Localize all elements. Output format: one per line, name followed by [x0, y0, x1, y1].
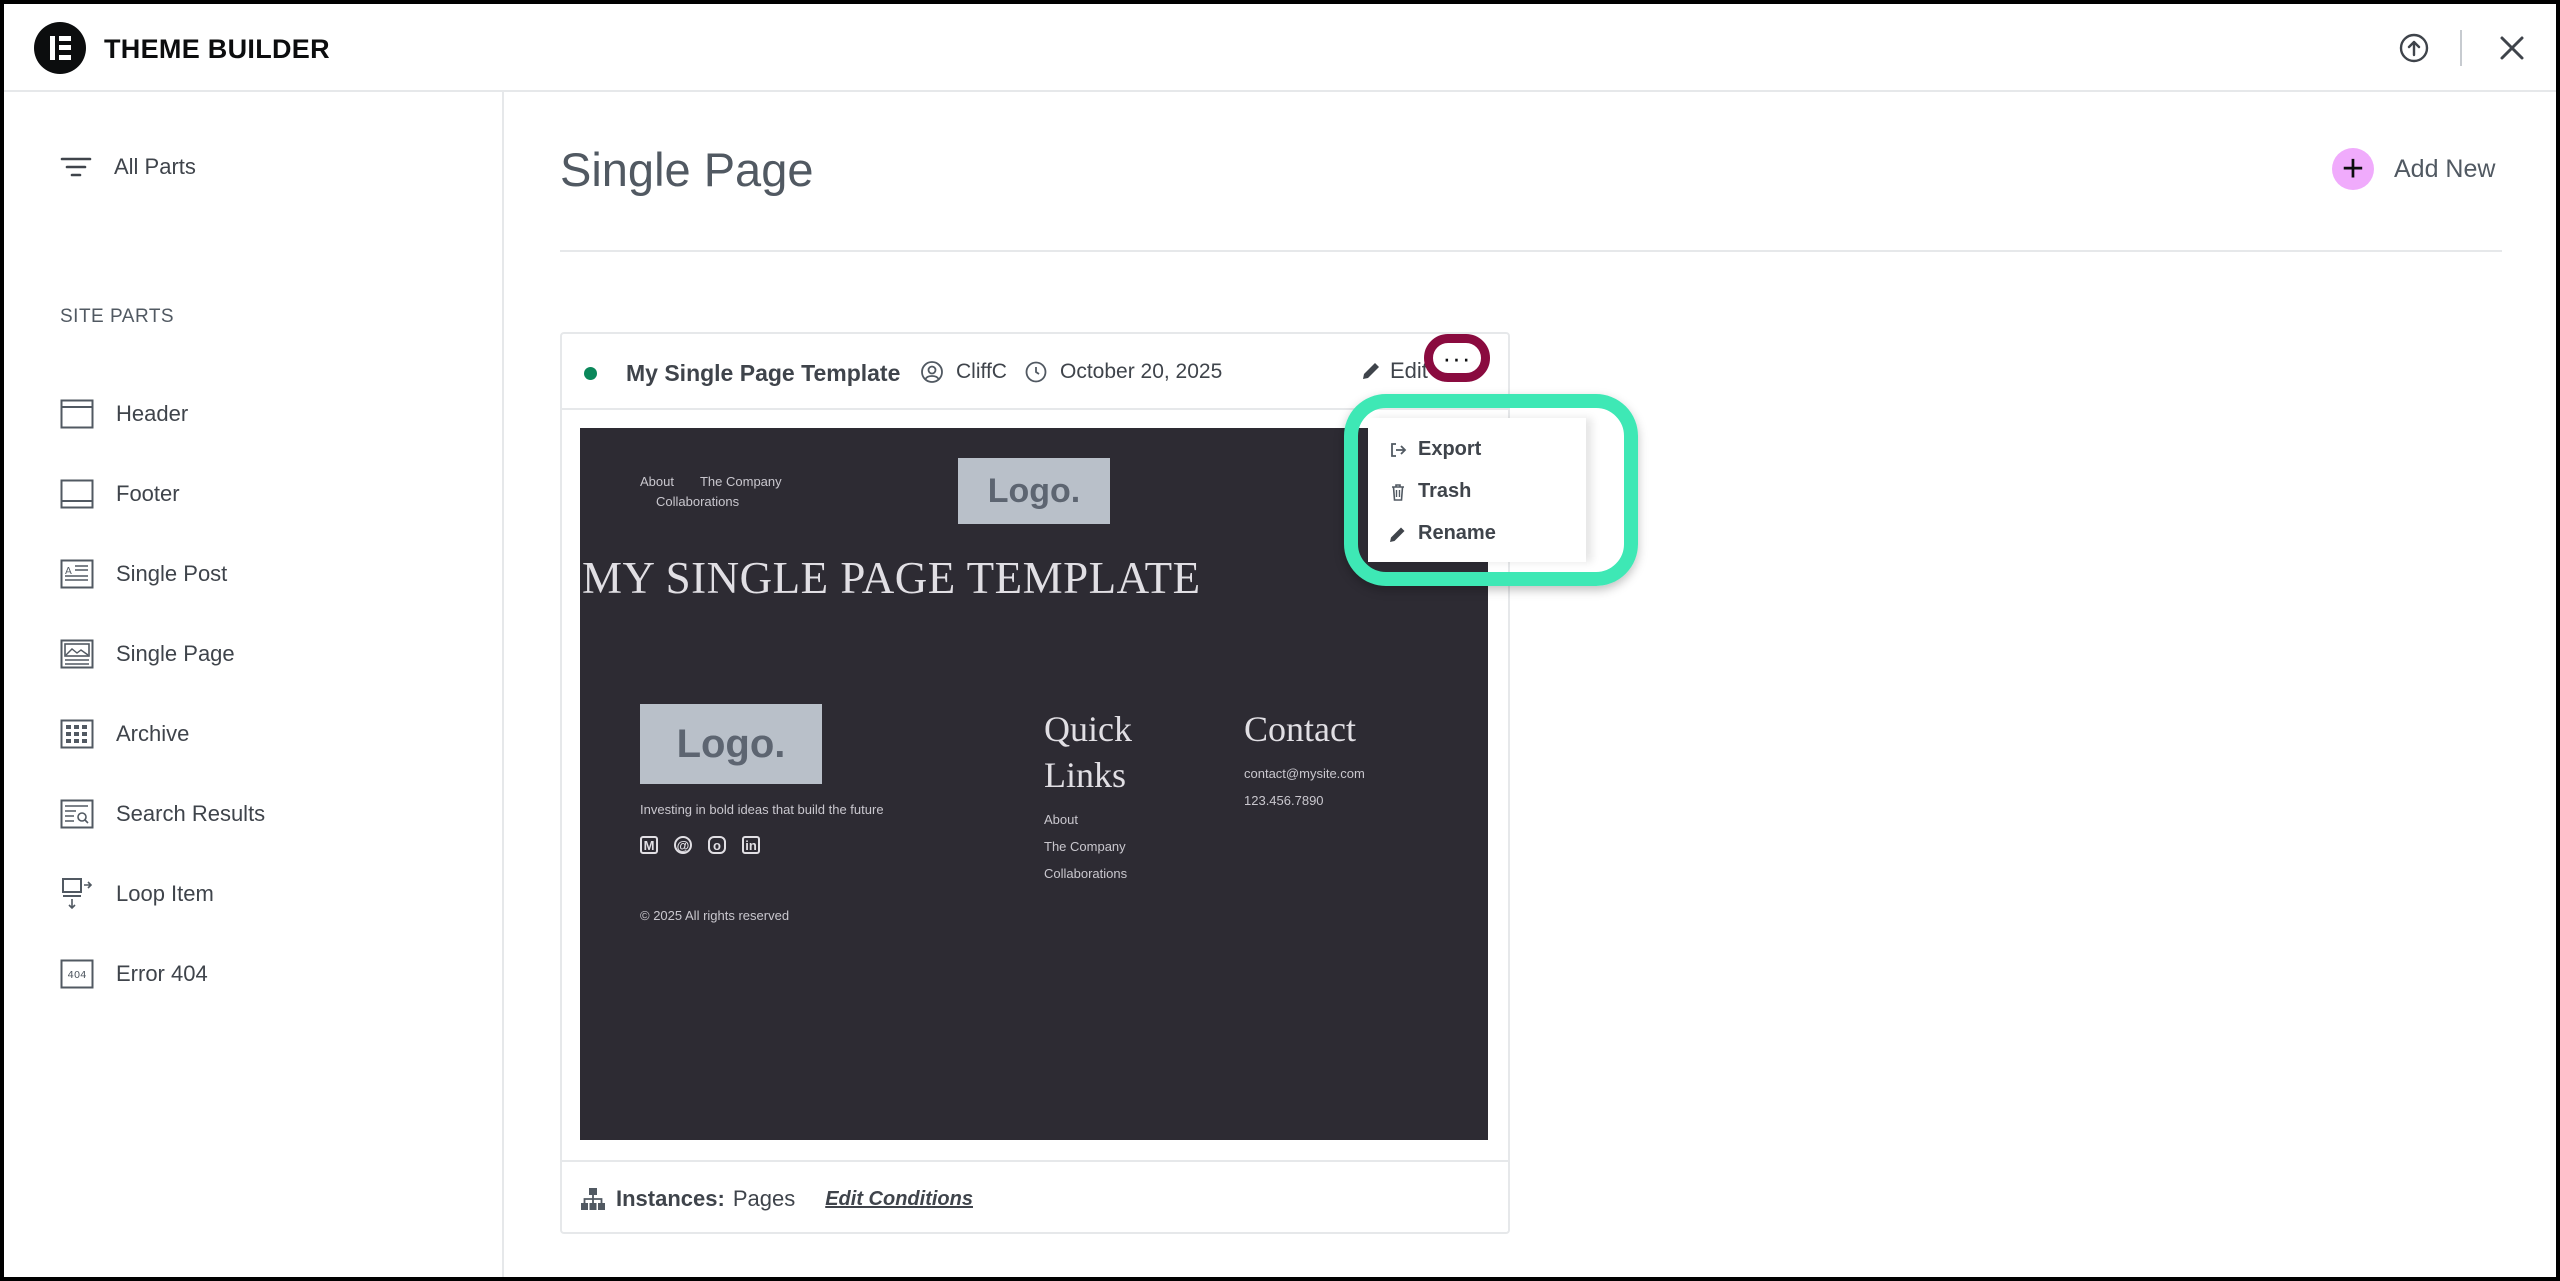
- modified-date: October 20, 2025: [1060, 360, 1223, 383]
- preview-contact-info: contact@mysite.com 123.456.7890: [1244, 760, 1365, 814]
- edit-label: Edit: [1390, 358, 1428, 383]
- footer-icon: [60, 479, 94, 509]
- svg-text:404: 404: [67, 970, 86, 981]
- sidebar-item-search-results[interactable]: Search Results: [60, 794, 265, 834]
- preview-hero-title: MY SINGLE PAGE TEMPLATE: [582, 553, 1201, 603]
- upload-icon[interactable]: [2398, 32, 2430, 64]
- edit-conditions-link[interactable]: Edit Conditions: [825, 1188, 973, 1211]
- archive-icon: [60, 719, 94, 749]
- linkedin-icon: in: [742, 836, 760, 854]
- theme-builder-window: THEME BUILDER All Parts SITE PARTS Heade…: [4, 4, 2556, 1277]
- preview-contact-email: contact@mysite.com: [1244, 766, 1365, 781]
- sidebar-item-footer[interactable]: Footer: [60, 474, 180, 514]
- sidebar-item-label: All Parts: [114, 154, 196, 179]
- status-dot: [584, 367, 597, 380]
- more-options-button[interactable]: ···: [1424, 334, 1490, 382]
- sidebar-item-label: Footer: [116, 481, 180, 506]
- section-title-site-parts: SITE PARTS: [60, 306, 175, 327]
- medium-icon: M: [640, 836, 658, 854]
- preview-quick-link: The Company: [1044, 839, 1126, 854]
- filter-icon: [60, 157, 92, 177]
- template-title: My Single Page Template: [626, 360, 901, 386]
- search-results-icon: [60, 799, 94, 829]
- sidebar-item-label: Single Page: [116, 641, 235, 666]
- sidebar-item-label: Single Post: [116, 561, 228, 586]
- instagram-icon: o: [708, 836, 726, 854]
- preview-quick-link: Collaborations: [1044, 866, 1128, 881]
- sidebar-item-archive[interactable]: Archive: [60, 714, 189, 754]
- menu-highlight-outline: [1344, 394, 1638, 586]
- preview-nav: About The Company Collaborations: [640, 472, 808, 512]
- main-divider: [560, 250, 2502, 252]
- sidebar-item-single-page[interactable]: Single Page: [60, 634, 235, 674]
- edit-button[interactable]: Edit: [1360, 358, 1428, 384]
- instances-value: Pages: [732, 1186, 796, 1211]
- sidebar-item-header[interactable]: Header: [60, 394, 188, 434]
- top-bar: THEME BUILDER: [4, 4, 2556, 92]
- sidebar-item-label: Loop Item: [116, 881, 214, 906]
- sidebar-item-all-parts[interactable]: All Parts: [60, 154, 196, 180]
- loop-item-icon: [62, 878, 93, 910]
- header-icon: [60, 399, 94, 429]
- template-card-footer: Instances: Pages Edit Conditions: [562, 1160, 1508, 1232]
- preview-quick-links: About The Company Collaborations: [1044, 806, 1127, 887]
- preview-contact-phone: 123.456.7890: [1244, 793, 1324, 808]
- clock-icon: [1025, 361, 1047, 383]
- author-name: CliffC: [956, 360, 1007, 383]
- sidebar-item-loop-item[interactable]: Loop Item: [60, 874, 214, 914]
- instances-label: Instances:: [616, 1186, 725, 1211]
- plus-icon: +: [2332, 148, 2374, 190]
- date-meta: October 20, 2025: [1024, 360, 1222, 384]
- preview-tagline: Investing in bold ideas that build the f…: [640, 802, 884, 817]
- app-title: THEME BUILDER: [104, 34, 330, 64]
- preview-quick-link: About: [1044, 812, 1078, 827]
- close-icon[interactable]: [2496, 32, 2528, 64]
- error-404-icon: 404: [60, 959, 94, 989]
- preview-contact-heading: Contact: [1244, 709, 1356, 749]
- preview-copyright: © 2025 All rights reserved: [640, 908, 790, 923]
- sidebar-item-single-post[interactable]: A Single Post: [60, 554, 227, 594]
- page-title: Single Page: [560, 143, 814, 196]
- sidebar-item-error-404[interactable]: 404 Error 404: [60, 954, 208, 994]
- sidebar-item-label: Error 404: [116, 961, 208, 986]
- single-post-icon: A: [60, 559, 94, 589]
- preview-header-logo: Logo.: [958, 458, 1110, 524]
- add-new-label: Add New: [2394, 154, 2496, 183]
- add-new-button[interactable]: + Add New: [2332, 148, 2495, 190]
- sidebar-item-label: Header: [116, 401, 189, 426]
- elementor-logo-icon: [34, 22, 86, 74]
- preview-social-icons: M @ o in: [640, 836, 776, 854]
- sidebar-item-label: Search Results: [116, 801, 266, 826]
- author-meta: CliffC: [920, 360, 1007, 384]
- preview-nav-link: Collaborations: [656, 494, 740, 509]
- sidebar-item-label: Archive: [116, 721, 190, 746]
- preview-nav-link: About: [640, 474, 674, 489]
- sidebar: All Parts SITE PARTS Header Footer A Sin…: [4, 92, 504, 1277]
- preview-quick-links-heading: Quick Links: [1044, 709, 1132, 795]
- preview-nav-link: The Company: [699, 474, 782, 489]
- threads-icon: @: [674, 836, 692, 854]
- pencil-icon: [1363, 363, 1379, 379]
- preview-footer-logo: Logo.: [640, 704, 822, 784]
- single-page-icon: [60, 639, 94, 669]
- top-bar-divider: [2460, 30, 2462, 66]
- user-icon: [921, 361, 943, 383]
- sitemap-icon: [581, 1188, 605, 1210]
